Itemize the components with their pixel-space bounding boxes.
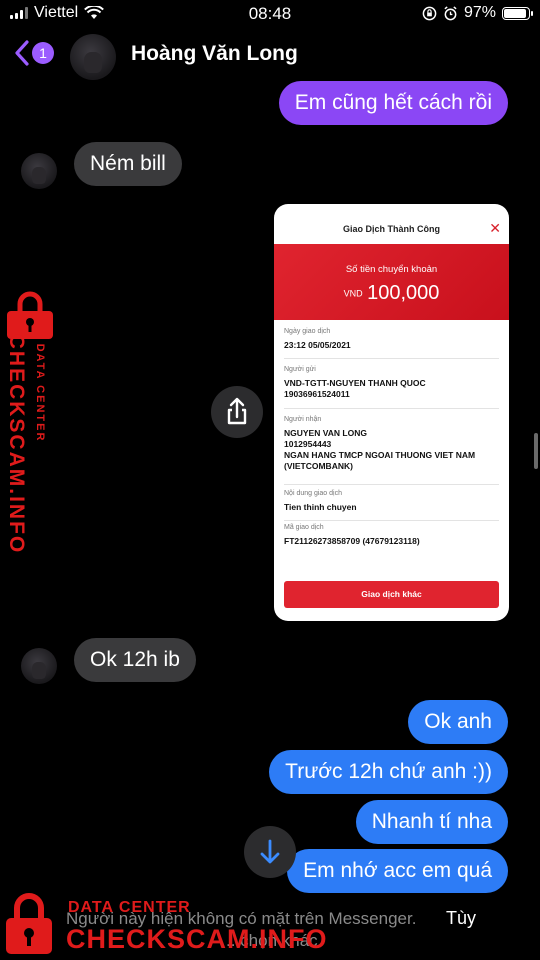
message-bubble-sent[interactable]: Em nhớ acc em quá <box>287 849 508 893</box>
scrollbar[interactable] <box>534 433 538 469</box>
receipt-field-date: Ngày giao dịch 23:12 05/05/2021 <box>284 328 499 359</box>
field-key: Người gửi <box>284 366 316 373</box>
back-button[interactable]: 1 <box>14 40 54 66</box>
field-value: Tien thinh chuyen <box>284 502 357 512</box>
lock-rotation-icon <box>422 6 437 20</box>
status-bar: Viettel 08:48 97% <box>0 0 540 28</box>
options-link[interactable]: Tùy <box>446 908 476 929</box>
receipt-field-recipient: Người nhận NGUYEN VAN LONG 1012954443 NG… <box>284 416 499 485</box>
scroll-down-button[interactable] <box>244 826 296 878</box>
amount-label: Số tiền chuyển khoản <box>345 264 438 275</box>
contact-name[interactable]: Hoàng Văn Long <box>131 42 298 66</box>
receipt-title: Giao Dịch Thành Công <box>343 224 440 234</box>
battery-icon <box>502 6 533 20</box>
receipt-field-content: Nội dung giao dịch Tien thinh chuyen <box>284 490 499 521</box>
message-bubble-sent[interactable]: Em cũng hết cách rồi <box>278 81 508 125</box>
message-bubble-received[interactable]: Ném bill <box>74 142 182 186</box>
amount-number: 100,000 <box>367 282 440 304</box>
receipt-field-transaction-id: Mã giao dịch FT21126273858709 (476791231… <box>284 524 499 554</box>
status-right: 97% <box>422 4 533 22</box>
message-bubble-sent[interactable]: Nhanh tí nha <box>355 800 508 844</box>
watermark-side-big: CHECKSCAM.INFO <box>5 333 28 555</box>
other-transaction-button: Giao dịch khác <box>284 581 499 608</box>
share-icon <box>227 397 247 425</box>
share-button[interactable] <box>211 386 263 438</box>
field-key: Người nhận <box>284 416 322 423</box>
amount-currency: VND <box>343 288 363 299</box>
field-key: Mã giao dịch <box>284 524 324 531</box>
message-bubble-received[interactable]: Ok 12h ib <box>74 638 196 682</box>
field-key: Ngày giao dịch <box>284 328 331 335</box>
watermark-side-small: DATA CENTER <box>34 343 46 443</box>
watermark-bottom-big: CHECKSCAM.INFO <box>66 924 328 954</box>
sender-avatar[interactable] <box>21 648 57 684</box>
field-value: NGUYEN VAN LONG 1012954443 NGAN HANG TMC… <box>284 428 476 471</box>
battery-percent: 97% <box>463 4 496 21</box>
message-bubble-sent[interactable]: Ok anh <box>408 700 508 744</box>
lock-icon <box>6 893 52 954</box>
field-value: VND-TGTT-NGUYEN THANH QUOC 1903696152401… <box>284 378 426 399</box>
field-value: 23:12 05/05/2021 <box>284 340 351 350</box>
receipt-field-sender: Người gửi VND-TGTT-NGUYEN THANH QUOC 190… <box>284 366 499 409</box>
sender-avatar[interactable] <box>21 153 57 189</box>
amount-value: VND 100,000 <box>274 282 509 305</box>
close-icon: ✕ <box>489 220 501 236</box>
field-key: Nội dung giao dịch <box>284 490 342 497</box>
arrow-down-icon <box>260 839 280 864</box>
alarm-icon <box>444 5 457 20</box>
watermark-bottom-small: DATA CENTER <box>68 899 191 916</box>
field-value: FT21126273858709 (47679123118) <box>284 536 420 546</box>
unread-badge: 1 <box>32 42 54 64</box>
receipt-amount-banner: Số tiền chuyển khoản VND 100,000 <box>274 244 509 320</box>
back-chevron-icon <box>15 40 29 66</box>
receipt-image[interactable]: Giao Dịch Thành Công ✕ Số tiền chuyển kh… <box>274 204 509 621</box>
contact-avatar[interactable] <box>70 34 116 80</box>
message-bubble-sent[interactable]: Trước 12h chứ anh :)) <box>269 750 508 794</box>
